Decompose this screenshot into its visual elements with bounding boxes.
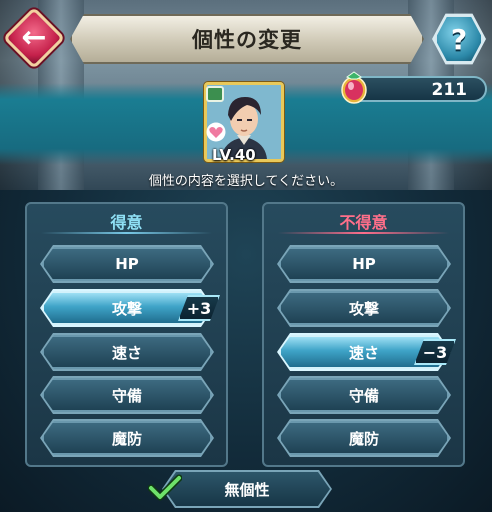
bane-stat-def[interactable]: 守備 xyxy=(279,378,449,412)
boon-stat-spd[interactable]: 速さ xyxy=(42,335,212,369)
header-banner: 個性の変更 xyxy=(70,14,424,64)
help-question-icon: ? xyxy=(450,22,468,56)
orb-count: 211 xyxy=(431,80,468,100)
boon-stat-res[interactable]: 魔防 xyxy=(42,421,212,455)
boon-stat-def[interactable]: 守備 xyxy=(42,378,212,412)
instruction-text: 個性の内容を選択してください。 xyxy=(148,174,344,189)
book-icon xyxy=(206,86,224,102)
orb-icon xyxy=(341,71,367,104)
heart-icon xyxy=(206,122,226,142)
page-title: 個性の変更 xyxy=(192,28,302,52)
panel-divider xyxy=(41,232,212,234)
back-button[interactable]: ← xyxy=(2,6,66,70)
neutral-button[interactable]: 無個性 xyxy=(164,472,330,506)
back-arrow-icon: ← xyxy=(21,20,47,55)
check-icon xyxy=(148,474,182,501)
bane-stat-hp[interactable]: HP xyxy=(279,247,449,281)
bane-panel-title: 不得意 xyxy=(339,213,388,232)
boon-stat-hp[interactable]: HP xyxy=(42,247,212,281)
panel-divider xyxy=(278,232,449,234)
bane-stat-atk[interactable]: 攻撃 xyxy=(279,291,449,325)
hero-level: LV.40 xyxy=(212,146,256,164)
help-button[interactable]: ? xyxy=(430,10,488,68)
boon-panel-title: 得意 xyxy=(110,213,143,232)
bane-stat-res[interactable]: 魔防 xyxy=(279,421,449,455)
